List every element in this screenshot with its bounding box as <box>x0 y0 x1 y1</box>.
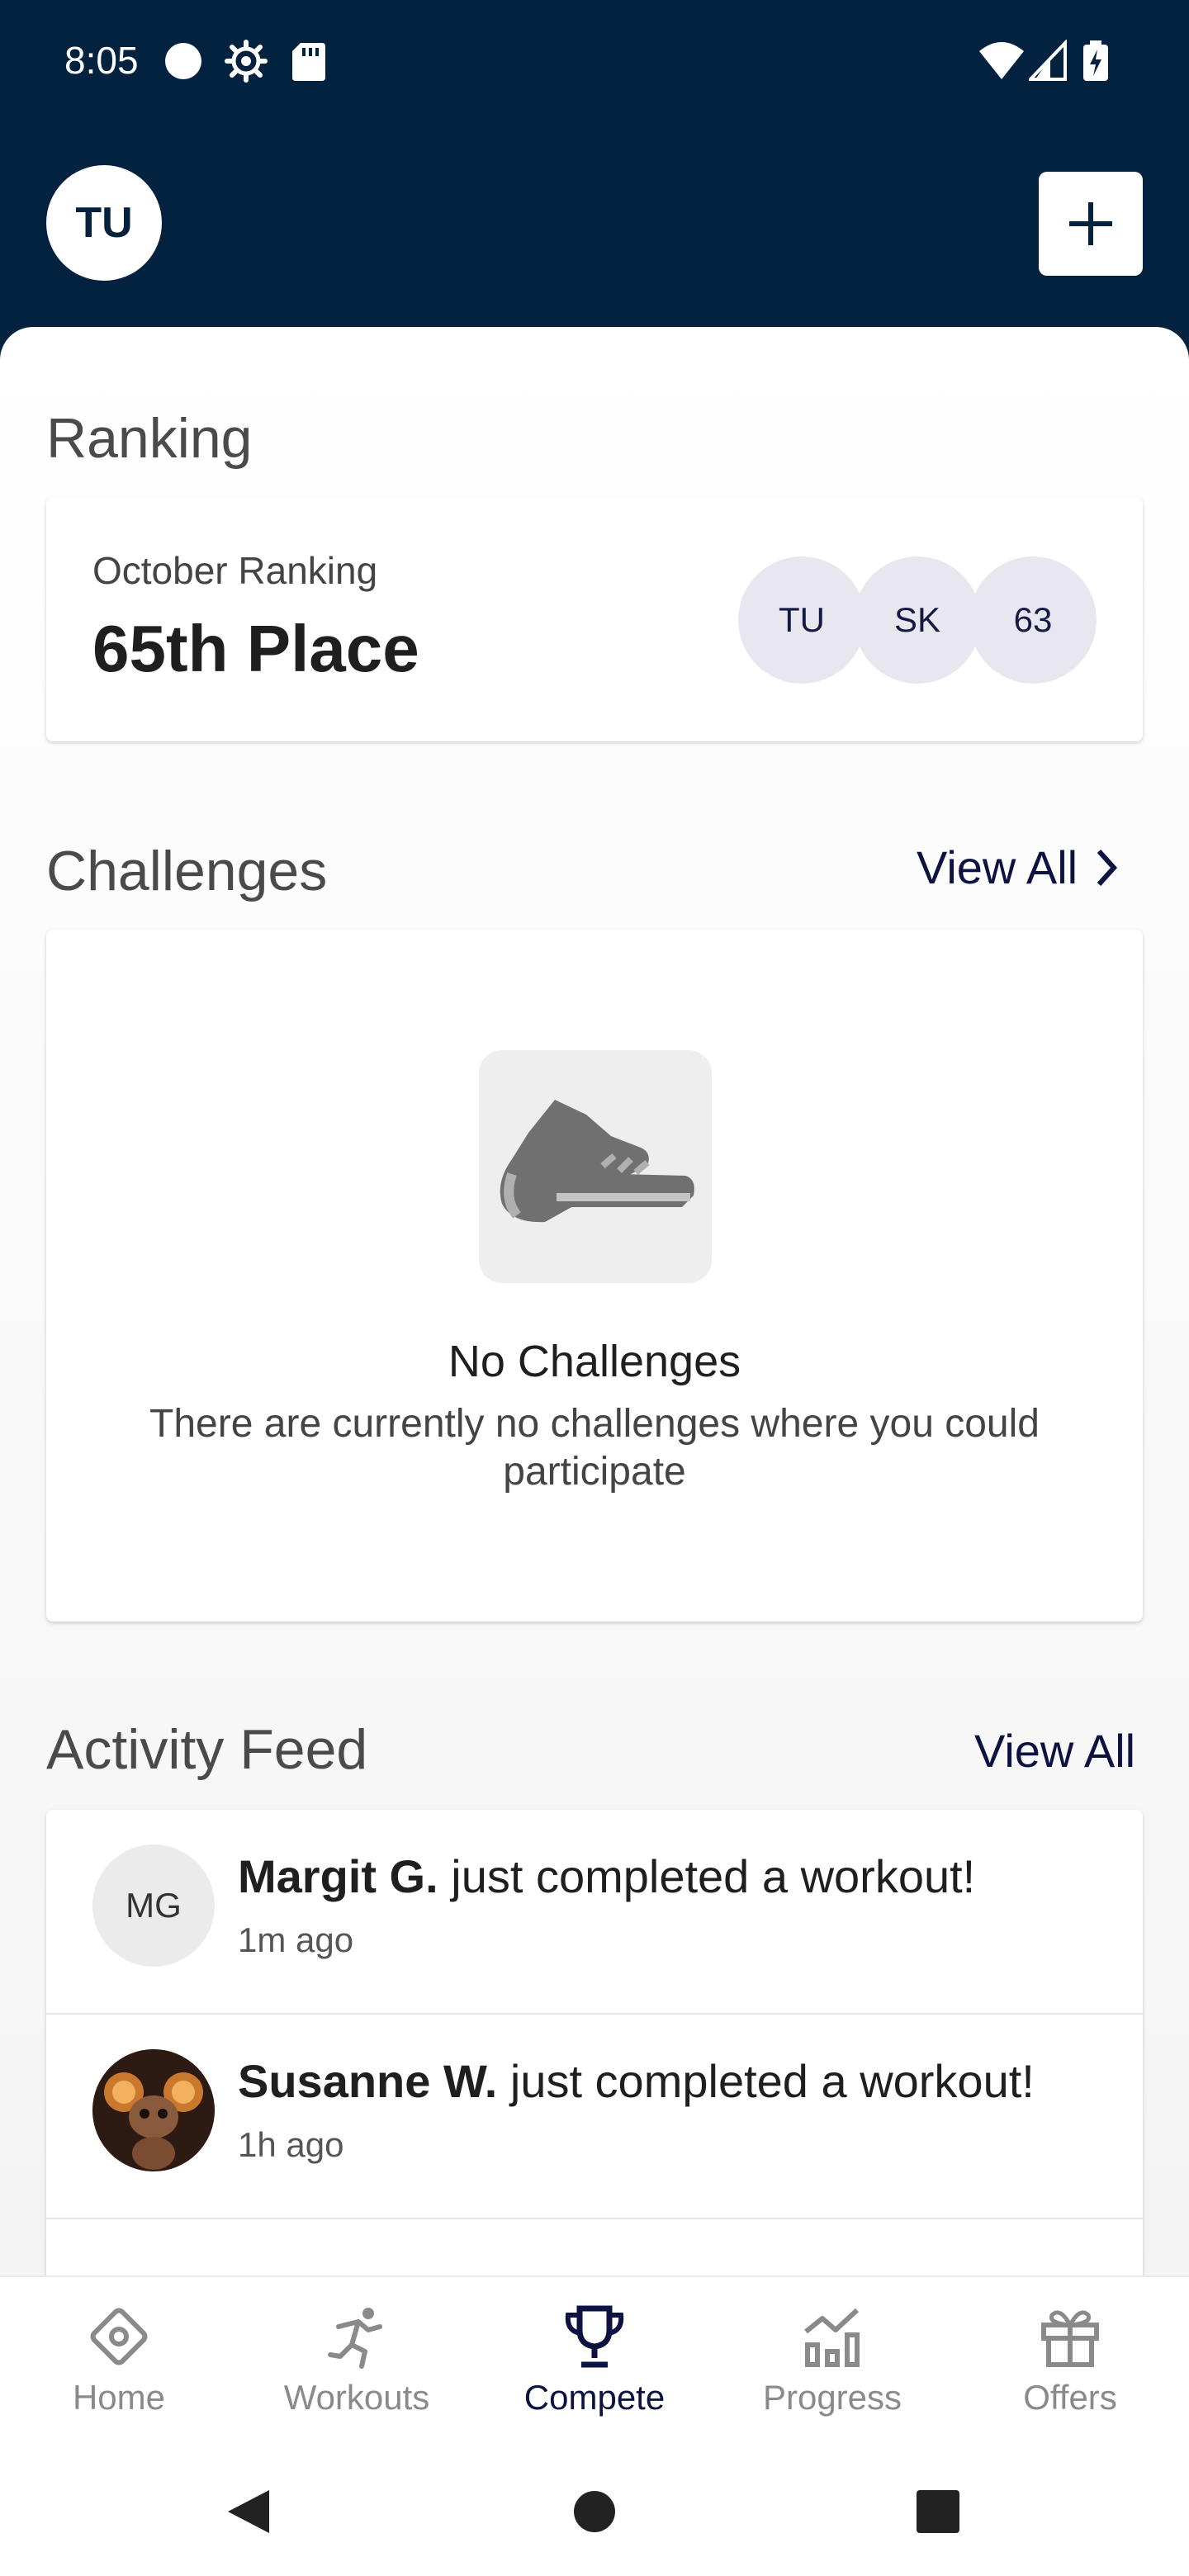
user-avatar[interactable]: TU <box>46 165 162 281</box>
sneakers-illustration <box>479 1050 712 1283</box>
nav-progress[interactable]: Progress <box>713 2302 951 2417</box>
signal-icon <box>1029 40 1067 81</box>
feed-action: just completed a workout! <box>438 1850 976 1902</box>
feed-time: 1m ago <box>238 1920 354 1959</box>
home-icon <box>90 2308 148 2365</box>
ranking-place: 65th Place <box>92 612 419 685</box>
feed-user-name: Susanne W. <box>238 2055 498 2107</box>
home-circle-icon[interactable] <box>573 2485 616 2538</box>
system-navigation-bar <box>0 2449 1189 2576</box>
ranking-avatar: TU <box>738 556 865 684</box>
nav-offers[interactable]: Offers <box>951 2302 1189 2417</box>
feed-item[interactable]: MG Margit G. just completed a workout! 1… <box>46 1810 1143 2015</box>
ranking-count-bubble: 63 <box>969 556 1097 684</box>
sneakers-icon <box>500 1100 694 1223</box>
sd-card-icon <box>292 43 325 81</box>
status-time: 8:05 <box>64 39 139 82</box>
nav-label: Progress <box>762 2378 902 2417</box>
running-icon <box>328 2308 382 2369</box>
challenges-card: No Challenges There are currently no cha… <box>46 930 1143 1622</box>
activity-feed-title: Activity Feed <box>46 1718 368 1781</box>
nav-label: Compete <box>523 2378 666 2417</box>
feed-time: 1h ago <box>238 2125 344 2164</box>
add-button[interactable] <box>1039 172 1143 276</box>
gift-icon <box>1041 2310 1099 2367</box>
nav-label: Workouts <box>283 2378 430 2417</box>
challenges-title: Challenges <box>46 840 328 902</box>
ranking-card[interactable]: October Ranking 65th Place TU SK 63 <box>46 497 1143 741</box>
nav-label: Offers <box>1023 2378 1117 2417</box>
feed-user-name: Margit G. <box>238 1850 438 1902</box>
chart-icon <box>804 2308 860 2367</box>
chevron-right-icon <box>1097 849 1118 886</box>
battery-charging-icon <box>1083 40 1108 81</box>
back-triangle-icon[interactable] <box>223 2485 276 2538</box>
nav-workouts[interactable]: Workouts <box>238 2302 476 2417</box>
ranking-avatar: SK <box>854 556 981 684</box>
nav-home[interactable]: Home <box>0 2302 238 2417</box>
feed-item[interactable]: Susanne W. just completed a workout! 1h … <box>46 2015 1143 2219</box>
nav-label: Home <box>72 2378 166 2417</box>
avatar: MG <box>92 1844 215 1967</box>
empty-state-title: No Challenges <box>448 1337 741 1386</box>
view-all-label: View All <box>917 841 1078 893</box>
recents-square-icon[interactable] <box>915 2485 961 2538</box>
mouse-avatar-image <box>92 2049 215 2171</box>
feed-message: Susanne W. just completed a workout! <box>238 2054 1035 2108</box>
bottom-navigation: Home Workouts Compete Progress Offers <box>0 2275 1189 2449</box>
status-bar: 8:05 <box>0 0 1189 124</box>
nav-compete[interactable]: Compete <box>476 2302 713 2417</box>
trophy-icon <box>565 2305 624 2368</box>
wifi-icon <box>979 42 1024 79</box>
challenges-view-all-link[interactable]: View All <box>917 841 1119 894</box>
empty-state-text: There are currently no challenges where … <box>149 1402 1040 1494</box>
notification-dot-icon <box>165 43 201 79</box>
feed-action: just completed a workout! <box>497 2055 1035 2107</box>
view-all-label: View All <box>974 1725 1136 1777</box>
feed-message: Margit G. just completed a workout! <box>238 1849 975 1903</box>
app-header: 8:05 TU <box>0 0 1189 363</box>
activity-view-all-link[interactable]: View All <box>974 1724 1135 1778</box>
avatar <box>92 2049 215 2171</box>
ranking-title: Ranking <box>46 407 253 470</box>
ranking-subtitle: October Ranking <box>92 549 378 592</box>
plus-icon <box>1069 202 1112 245</box>
activity-feed-card: MG Margit G. just completed a workout! 1… <box>46 1810 1143 2305</box>
settings-gear-icon <box>225 40 268 83</box>
